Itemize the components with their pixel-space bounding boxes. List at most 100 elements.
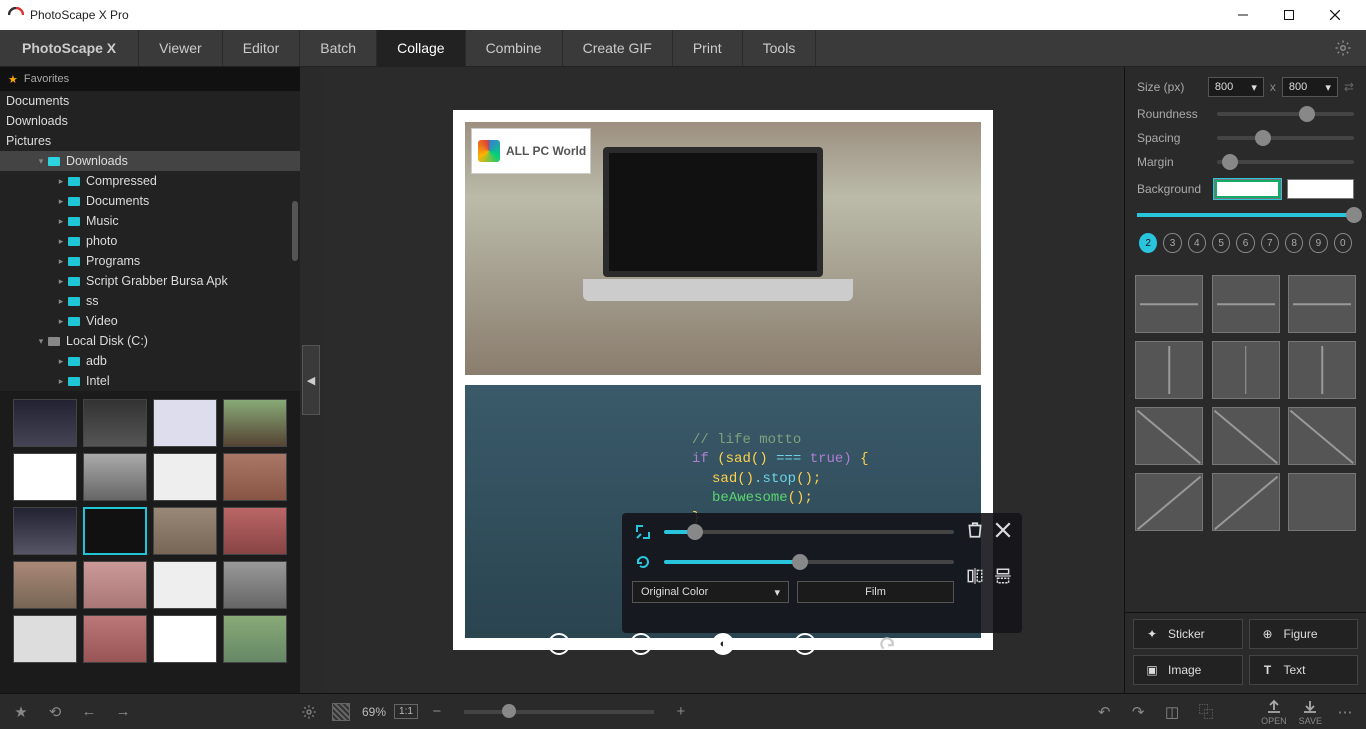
thumb-item[interactable] bbox=[153, 507, 217, 555]
sidebar-splitter[interactable]: ◀ bbox=[300, 67, 322, 693]
tab-editor[interactable]: Editor bbox=[223, 30, 301, 66]
bg-swatch-selected[interactable] bbox=[1214, 179, 1281, 199]
tab-combine[interactable]: Combine bbox=[466, 30, 563, 66]
size-height-select[interactable]: 800▾ bbox=[1282, 77, 1338, 97]
redo-global-icon[interactable]: ↷ bbox=[1127, 701, 1149, 723]
favorites-bar[interactable]: ★ Favorites bbox=[0, 67, 300, 91]
layout-count-9[interactable]: 9 bbox=[1309, 233, 1327, 253]
save-button[interactable]: SAVE bbox=[1299, 698, 1322, 726]
folder-video[interactable]: ▸Video bbox=[0, 311, 300, 331]
folder-adb[interactable]: ▸adb bbox=[0, 351, 300, 371]
forward-icon[interactable]: → bbox=[112, 701, 134, 723]
compare-icon[interactable]: ◫ bbox=[1161, 701, 1183, 723]
thumb-item[interactable] bbox=[153, 615, 217, 663]
roundness-slider[interactable] bbox=[1217, 112, 1354, 116]
layout-count-0[interactable]: 0 bbox=[1334, 233, 1352, 253]
size-width-select[interactable]: 800▾ bbox=[1208, 77, 1264, 97]
layout-template[interactable] bbox=[1135, 275, 1203, 333]
gear-icon[interactable] bbox=[298, 701, 320, 723]
collage-cell-1[interactable]: ALL PC World bbox=[465, 122, 981, 375]
bg-swatch-2[interactable] bbox=[1287, 179, 1354, 199]
zoom-slider[interactable] bbox=[464, 710, 654, 714]
flip-h-icon[interactable] bbox=[966, 567, 984, 603]
expand-icon[interactable] bbox=[632, 521, 654, 543]
sticker-button[interactable]: ✦Sticker bbox=[1133, 619, 1243, 649]
thumb-item[interactable] bbox=[223, 453, 287, 501]
layout-count-4[interactable]: 4 bbox=[1188, 233, 1206, 253]
temperature-icon[interactable]: 🌡 bbox=[794, 633, 816, 655]
tree-scrollbar[interactable] bbox=[292, 201, 298, 261]
thumb-item[interactable] bbox=[223, 399, 287, 447]
undo-icon[interactable] bbox=[876, 633, 898, 655]
brightness-icon[interactable]: ☀ bbox=[630, 633, 652, 655]
layout-template[interactable] bbox=[1288, 275, 1356, 333]
folder-music[interactable]: ▸Music bbox=[0, 211, 300, 231]
folder-root-documents[interactable]: Documents bbox=[0, 91, 300, 111]
window-maximize-button[interactable] bbox=[1266, 0, 1312, 30]
layout-count-7[interactable]: 7 bbox=[1261, 233, 1279, 253]
layout-template[interactable] bbox=[1135, 473, 1203, 531]
margin-slider[interactable] bbox=[1217, 160, 1354, 164]
layout-count-2[interactable]: 2 bbox=[1139, 233, 1157, 253]
thumb-item[interactable] bbox=[13, 507, 77, 555]
image-button[interactable]: ▣Image bbox=[1133, 655, 1243, 685]
thumb-item[interactable] bbox=[153, 399, 217, 447]
thumb-item[interactable] bbox=[13, 399, 77, 447]
contrast-icon[interactable] bbox=[548, 633, 570, 655]
trash-icon[interactable] bbox=[966, 521, 984, 557]
tab-viewer[interactable]: Viewer bbox=[139, 30, 223, 66]
zoom-in-icon[interactable]: + bbox=[670, 701, 692, 723]
brand-tab[interactable]: PhotoScape X bbox=[0, 30, 139, 66]
folder-ss[interactable]: ▸ss bbox=[0, 291, 300, 311]
layout-template[interactable] bbox=[1135, 407, 1203, 465]
folder-script-grabber[interactable]: ▸Script Grabber Bursa Apk bbox=[0, 271, 300, 291]
undo-global-icon[interactable]: ↶ bbox=[1093, 701, 1115, 723]
thumb-item[interactable] bbox=[153, 453, 217, 501]
grid-toggle-icon[interactable] bbox=[332, 703, 350, 721]
one-to-one-button[interactable]: 1:1 bbox=[394, 704, 418, 719]
rotate-cell-slider[interactable] bbox=[664, 560, 954, 564]
layout-count-5[interactable]: 5 bbox=[1212, 233, 1230, 253]
layout-count-6[interactable]: 6 bbox=[1236, 233, 1254, 253]
folder-intel[interactable]: ▸Intel bbox=[0, 371, 300, 391]
thumb-item[interactable] bbox=[13, 453, 77, 501]
layout-template[interactable] bbox=[1288, 407, 1356, 465]
film-button[interactable]: Film bbox=[797, 581, 954, 603]
window-minimize-button[interactable] bbox=[1220, 0, 1266, 30]
folder-programs[interactable]: ▸Programs bbox=[0, 251, 300, 271]
folder-photo[interactable]: ▸photo bbox=[0, 231, 300, 251]
folder-compressed[interactable]: ▸Compressed bbox=[0, 171, 300, 191]
thumb-item[interactable] bbox=[223, 507, 287, 555]
figure-button[interactable]: ⊕Figure bbox=[1249, 619, 1359, 649]
thumb-item[interactable] bbox=[13, 615, 77, 663]
layout-count-8[interactable]: 8 bbox=[1285, 233, 1303, 253]
tab-collage[interactable]: Collage bbox=[377, 30, 465, 66]
rotate-icon[interactable] bbox=[632, 551, 654, 573]
thumb-item[interactable] bbox=[83, 453, 147, 501]
text-button[interactable]: TText bbox=[1249, 655, 1359, 685]
thumb-item[interactable] bbox=[83, 561, 147, 609]
zoom-out-icon[interactable]: − bbox=[426, 701, 448, 723]
favorite-icon[interactable]: ★ bbox=[10, 701, 32, 723]
settings-gear-icon[interactable] bbox=[1320, 30, 1366, 66]
close-icon[interactable] bbox=[994, 521, 1012, 557]
layout-template[interactable] bbox=[1212, 275, 1280, 333]
tab-print[interactable]: Print bbox=[673, 30, 743, 66]
more-icon[interactable]: ⋯ bbox=[1334, 701, 1356, 723]
folder-root-pictures[interactable]: Pictures bbox=[0, 131, 300, 151]
thumb-item[interactable] bbox=[13, 561, 77, 609]
refresh-icon[interactable]: ⟲ bbox=[44, 701, 66, 723]
vignette-icon[interactable]: ◐ bbox=[712, 633, 734, 655]
layout-template[interactable] bbox=[1135, 341, 1203, 399]
spacing-slider[interactable] bbox=[1217, 136, 1354, 140]
folder-root-downloads[interactable]: Downloads bbox=[0, 111, 300, 131]
thumb-item[interactable] bbox=[223, 561, 287, 609]
tab-tools[interactable]: Tools bbox=[743, 30, 817, 66]
layout-template[interactable] bbox=[1288, 473, 1356, 531]
thumb-item[interactable] bbox=[223, 615, 287, 663]
layout-template[interactable] bbox=[1288, 341, 1356, 399]
swap-icon[interactable]: ⇄ bbox=[1344, 80, 1354, 94]
crop-icon[interactable]: ⿻ bbox=[1195, 701, 1217, 723]
layout-template[interactable] bbox=[1212, 407, 1280, 465]
tab-batch[interactable]: Batch bbox=[300, 30, 377, 66]
